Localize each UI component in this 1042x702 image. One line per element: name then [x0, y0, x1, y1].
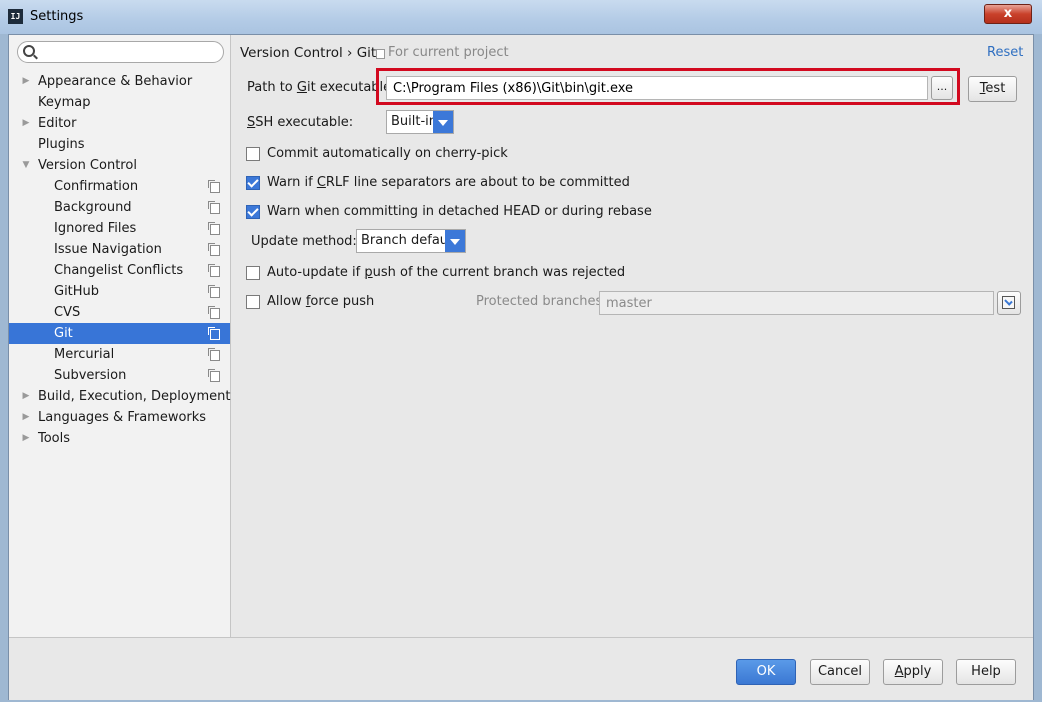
sidebar-item-label: GitHub [54, 284, 100, 299]
intellij-app-icon: IJ [8, 9, 23, 24]
sidebar-item-label: Keymap [38, 95, 91, 110]
sidebar-item-tools[interactable]: ▶ Tools [9, 428, 230, 449]
sidebar-item-appearance-behavior[interactable]: ▶ Appearance & Behavior [9, 71, 230, 92]
project-scope-icon [208, 306, 220, 319]
project-scope-icon [208, 348, 220, 361]
sidebar-item-keymap[interactable]: Keymap [9, 92, 230, 113]
git-path-label: Path to Git executable: [247, 80, 396, 95]
sidebar-item-mercurial[interactable]: Mercurial [9, 344, 230, 365]
ssh-executable-select[interactable]: Built-in [386, 110, 454, 134]
detached-head-label: Warn when committing in detached HEAD or… [267, 204, 652, 219]
sidebar-item-label: Mercurial [54, 347, 115, 362]
sidebar-item-confirmation[interactable]: Confirmation [9, 176, 230, 197]
sidebar-item-label: Changelist Conflicts [54, 263, 184, 278]
protected-branches-input[interactable] [599, 291, 994, 315]
protected-branches-browse-button[interactable] [997, 291, 1021, 315]
project-scope-icon [208, 201, 220, 214]
git-path-input[interactable] [386, 76, 928, 100]
sidebar-item-label: Git [54, 326, 73, 341]
project-scope-icon [208, 222, 220, 235]
detached-head-checkbox[interactable] [246, 205, 260, 219]
sidebar-item-label: CVS [54, 305, 81, 320]
window-title: Settings [30, 9, 84, 24]
project-scope-icon [208, 264, 220, 277]
sidebar-item-issue-navigation[interactable]: Issue Navigation [9, 239, 230, 260]
project-scope-icon [208, 285, 220, 298]
sidebar-item-plugins[interactable]: Plugins [9, 134, 230, 155]
ok-button[interactable]: OK [736, 659, 796, 685]
sidebar-item-git[interactable]: Git [9, 323, 230, 344]
cancel-button[interactable]: Cancel [810, 659, 870, 685]
ssh-executable-label: SSH executable: [247, 115, 354, 130]
dialog-footer: OK Cancel Apply Help [9, 637, 1033, 700]
project-scope-icon [208, 327, 220, 340]
browse-list-icon [1002, 296, 1015, 309]
sidebar-item-label: Tools [38, 431, 71, 446]
test-button[interactable]: Test [968, 76, 1017, 102]
project-scope-icon [376, 49, 385, 59]
cherry-pick-label: Commit automatically on cherry-pick [267, 146, 508, 161]
sidebar-item-languages-frameworks[interactable]: ▶ Languages & Frameworks [9, 407, 230, 428]
force-push-checkbox[interactable] [246, 295, 260, 309]
close-button[interactable]: x [984, 4, 1032, 24]
sidebar-item-background[interactable]: Background [9, 197, 230, 218]
search-icon [23, 45, 35, 57]
sidebar-item-label: Subversion [54, 368, 127, 383]
sidebar-item-label: Build, Execution, Deployment [38, 389, 231, 404]
scope-label: For current project [388, 45, 509, 60]
update-method-label: Update method: [251, 234, 357, 249]
collapsed-arrow-icon[interactable]: ▶ [21, 113, 31, 134]
sidebar-item-label: Ignored Files [54, 221, 137, 236]
cherry-pick-checkbox[interactable] [246, 147, 260, 161]
sidebar-item-label: Appearance & Behavior [38, 74, 193, 89]
sidebar-item-label: Version Control [38, 158, 137, 173]
crlf-warning-checkbox[interactable] [246, 176, 260, 190]
auto-update-label: Auto-update if push of the current branc… [267, 265, 626, 280]
update-method-select[interactable]: Branch default [356, 229, 466, 253]
sidebar-item-build-execution-deployment[interactable]: ▶ Build, Execution, Deployment [9, 386, 231, 407]
collapsed-arrow-icon[interactable]: ▶ [21, 407, 31, 428]
settings-search-input[interactable] [17, 41, 224, 63]
force-push-label: Allow force push [267, 294, 375, 309]
sidebar-item-cvs[interactable]: CVS [9, 302, 230, 323]
collapsed-arrow-icon[interactable]: ▶ [21, 386, 31, 407]
sidebar-item-editor[interactable]: ▶ Editor [9, 113, 230, 134]
sidebar-item-subversion[interactable]: Subversion [9, 365, 230, 386]
browse-button[interactable]: ... [931, 76, 953, 100]
sidebar-item-label: Confirmation [54, 179, 139, 194]
settings-sidebar: ▶ Appearance & Behavior Keymap ▶ Editor Plugi… [9, 35, 231, 637]
collapsed-arrow-icon[interactable]: ▶ [21, 428, 31, 449]
sidebar-item-github[interactable]: GitHub [9, 281, 230, 302]
title-bar: IJ Settings x [0, 0, 1042, 34]
sidebar-item-changelist-conflicts[interactable]: Changelist Conflicts [9, 260, 230, 281]
project-scope-icon [208, 180, 220, 193]
sidebar-item-label: Plugins [38, 137, 85, 152]
breadcrumb: Version Control › Git [240, 45, 377, 61]
project-scope-icon [208, 243, 220, 256]
sidebar-item-label: Languages & Frameworks [38, 410, 207, 425]
sidebar-item-label: Background [54, 200, 132, 215]
apply-button[interactable]: Apply [883, 659, 943, 685]
chevron-down-icon [433, 111, 453, 133]
git-settings-panel: Version Control › Git For current projec… [231, 35, 1033, 637]
reset-link[interactable]: Reset [987, 45, 1023, 60]
expanded-arrow-icon[interactable]: ▼ [21, 155, 31, 176]
settings-dialog: ▶ Appearance & Behavior Keymap ▶ Editor Plugi… [8, 34, 1034, 700]
protected-branches-label: Protected branches: [476, 294, 607, 309]
sidebar-item-ignored-files[interactable]: Ignored Files [9, 218, 230, 239]
sidebar-item-version-control[interactable]: ▼ Version Control [9, 155, 230, 176]
sidebar-item-label: Issue Navigation [54, 242, 162, 257]
collapsed-arrow-icon[interactable]: ▶ [21, 71, 31, 92]
help-button[interactable]: Help [956, 659, 1016, 685]
sidebar-item-label: Editor [38, 116, 77, 131]
crlf-warning-label: Warn if CRLF line separators are about t… [267, 175, 630, 190]
auto-update-checkbox[interactable] [246, 266, 260, 280]
project-scope-icon [208, 369, 220, 382]
chevron-down-icon [445, 230, 465, 252]
